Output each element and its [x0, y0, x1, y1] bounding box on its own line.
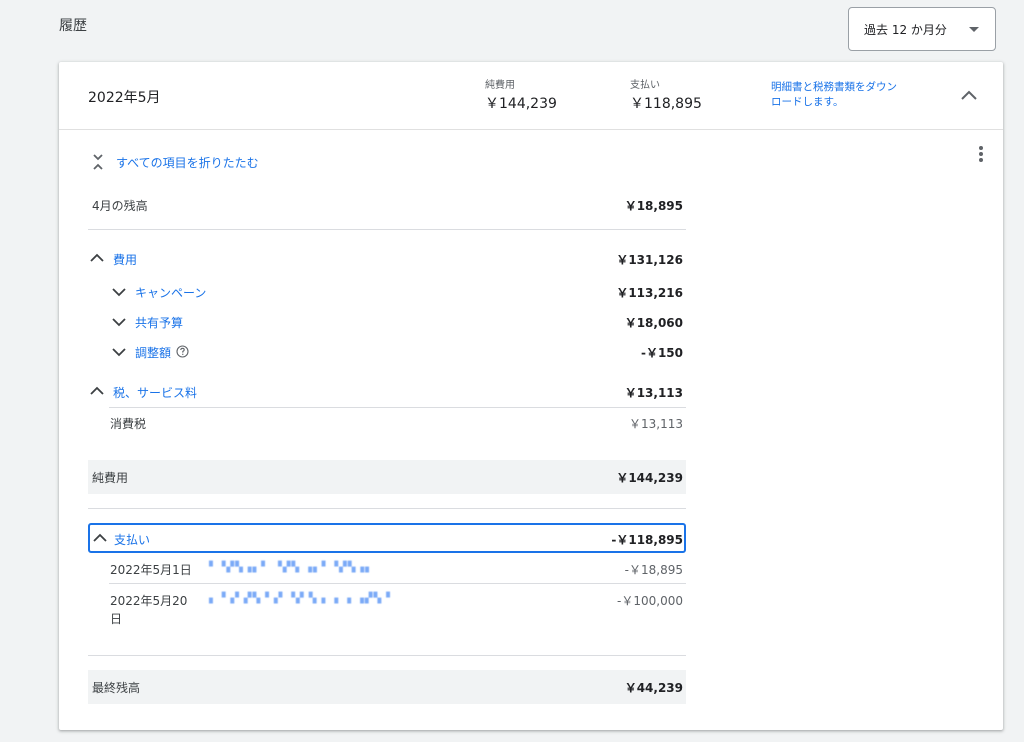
collapse-all-label: すべての項目を折りたたむ — [116, 155, 259, 170]
divider — [88, 655, 686, 656]
payment-method-link[interactable]: ▘▝▞▚▗▖▘ ▝▞▚ ▗▖▘▝▞▚▗▖ — [209, 562, 374, 573]
tax-value: ￥13,113 — [624, 386, 683, 400]
header-payment-value: ￥118,895 — [630, 96, 702, 112]
header-net-cost: 純費用 ￥144,239 — [485, 76, 557, 113]
header-payment-label: 支払い — [630, 80, 660, 91]
page-title: 履歴 — [59, 18, 87, 34]
campaign-label: キャンペーン — [135, 286, 207, 300]
header-net-cost-value: ￥144,239 — [485, 96, 557, 112]
opening-balance-value: ￥18,895 — [624, 199, 683, 213]
header-payment: 支払い ￥118,895 — [630, 76, 702, 113]
divider — [88, 508, 686, 509]
closing-balance-row: 最終残高 ￥44,239 — [88, 670, 686, 704]
download-statements-link[interactable]: 明細書と税務書類をダウンロードします。 — [771, 80, 901, 110]
chevron-down-icon — [112, 318, 126, 327]
consumption-tax-label: 消費税 — [110, 417, 147, 431]
net-cost-value: ￥144,239 — [616, 471, 683, 485]
payments-label: 支払い — [114, 533, 151, 547]
payments-row[interactable]: 支払い -￥118,895 — [88, 523, 686, 553]
chevron-down-icon — [112, 288, 126, 297]
period-title: 2022年5月 — [88, 90, 161, 106]
chevron-up-icon — [90, 386, 104, 395]
adjustments-value: -￥150 — [640, 346, 683, 360]
payment-method-link[interactable]: ▖▝▗▘▞▚▝▗▘▝▞ ▚▗ ▗ ▗ ▗▞▚▝ — [209, 593, 391, 604]
consumption-tax-value: ￥13,113 — [629, 417, 683, 431]
help-circle-icon[interactable] — [176, 345, 189, 358]
payment-item: 2022年5月20 日 ▖▝▗▘▞▚▝▗▘▝▞ ▚▗ ▗ ▗ ▗▞▚▝ -￥100… — [88, 592, 686, 626]
billing-period-card: 2022年5月 純費用 ￥144,239 支払い ￥118,895 明細書と税務… — [59, 62, 1003, 730]
net-cost-row: 純費用 ￥144,239 — [88, 460, 686, 494]
closing-balance-label: 最終残高 — [92, 681, 141, 695]
date-range-select[interactable]: 過去 12 か月分 — [848, 7, 996, 51]
payment-item: 2022年5月1日 ▘▝▞▚▗▖▘ ▝▞▚ ▗▖▘▝▞▚▗▖ -￥18,895 — [88, 561, 686, 583]
shared-budget-label: 共有予算 — [135, 316, 184, 330]
campaign-value: ￥113,216 — [616, 286, 683, 300]
unfold-less-icon — [93, 154, 103, 170]
chevron-up-icon — [93, 533, 107, 542]
tax-label: 税、サービス料 — [113, 386, 198, 400]
payment-amount: -￥100,000 — [617, 594, 683, 608]
payment-date: 2022年5月1日 — [110, 563, 192, 577]
caret-down-icon — [969, 27, 979, 32]
header-net-cost-label: 純費用 — [485, 80, 515, 91]
costs-label: 費用 — [113, 253, 138, 267]
divider — [109, 583, 686, 584]
payment-date: 2022年5月20 日 — [110, 594, 188, 626]
shared-budget-value: ￥18,060 — [624, 316, 683, 330]
costs-value: ￥131,126 — [616, 253, 683, 267]
payments-value: -￥118,895 — [611, 533, 683, 547]
card-header[interactable]: 2022年5月 純費用 ￥144,239 支払い ￥118,895 明細書と税務… — [59, 62, 1003, 130]
collapse-all-button[interactable]: すべての項目を折りたたむ — [92, 153, 259, 171]
date-range-value: 過去 12 か月分 — [864, 22, 947, 37]
divider — [88, 229, 686, 230]
payment-amount: -￥18,895 — [624, 563, 683, 577]
chevron-up-icon — [90, 253, 104, 262]
adjustments-label: 調整額 — [135, 346, 172, 360]
closing-balance-value: ￥44,239 — [624, 681, 683, 695]
more-vert-icon[interactable] — [971, 144, 991, 168]
divider — [109, 407, 686, 408]
chevron-down-icon — [112, 348, 126, 357]
net-cost-label: 純費用 — [92, 471, 129, 485]
chevron-up-icon[interactable] — [960, 88, 978, 102]
opening-balance-label: 4月の残高 — [92, 199, 148, 213]
